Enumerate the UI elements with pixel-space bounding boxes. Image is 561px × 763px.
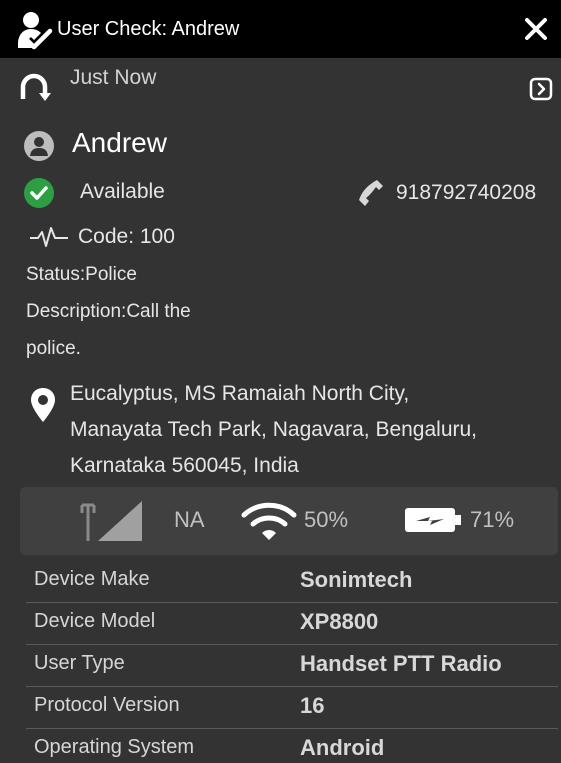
wifi-value: 50% xyxy=(304,507,349,532)
phone-icon xyxy=(359,180,383,206)
availability-status: Available xyxy=(80,180,165,203)
device-info-label: Protocol Version xyxy=(34,694,180,716)
expand-icon[interactable] xyxy=(529,77,553,101)
status-code: Code: 100 xyxy=(78,225,175,248)
user-check-icon xyxy=(18,12,53,50)
device-stats-bar: NA 50% 71% xyxy=(20,487,558,555)
battery-value: 71% xyxy=(470,507,515,532)
device-info-label: Device Make xyxy=(34,568,150,590)
device-info-value: Handset PTT Radio xyxy=(300,651,502,676)
wifi-icon xyxy=(241,502,297,540)
map-pin-icon xyxy=(31,388,55,422)
device-info-row: Protocol Version 16 xyxy=(26,686,558,729)
device-info-row: Device Model XP8800 xyxy=(26,602,558,645)
device-info-label: Device Model xyxy=(34,610,156,632)
battery-charging-icon xyxy=(405,508,461,532)
device-info-value: 16 xyxy=(300,693,325,718)
device-info-value: Sonimtech xyxy=(300,567,413,592)
user-check-panel: User Check: Andrew Just Now Andrew Avail… xyxy=(0,0,561,763)
user-name: Andrew xyxy=(72,127,167,158)
user-avatar-icon xyxy=(24,131,54,161)
device-info-label: User Type xyxy=(34,652,125,674)
device-info-label: Operating System xyxy=(34,736,195,758)
last-updated-text: Just Now xyxy=(70,66,157,89)
signal-value: NA xyxy=(174,507,205,532)
check-circle-icon xyxy=(24,178,54,208)
address-line-3: Karnataka 560045, India xyxy=(70,454,299,477)
pulse-icon xyxy=(30,227,68,247)
device-info-row: User Type Handset PTT Radio xyxy=(26,644,558,687)
description-text-continued: police. xyxy=(26,338,81,359)
address-line-1: Eucalyptus, MS Ramaiah North City, xyxy=(70,382,410,405)
status-text: Status:Police xyxy=(26,264,137,285)
address-line-2: Manayata Tech Park, Nagavara, Bengaluru, xyxy=(70,418,478,441)
device-info-value: Android xyxy=(300,735,385,760)
device-info-row: Operating System Android xyxy=(26,728,558,763)
title-bar: User Check: Andrew xyxy=(0,0,561,58)
device-info-row: Device Make Sonimtech xyxy=(26,560,558,603)
description-text: Description:Call the xyxy=(26,301,191,322)
cell-signal-icon xyxy=(80,501,142,541)
window-title: User Check: Andrew xyxy=(57,18,240,40)
phone-number: 918792740208 xyxy=(396,181,537,204)
device-info-value: XP8800 xyxy=(300,609,379,634)
close-icon[interactable] xyxy=(523,15,549,43)
refresh-icon[interactable] xyxy=(17,67,51,103)
